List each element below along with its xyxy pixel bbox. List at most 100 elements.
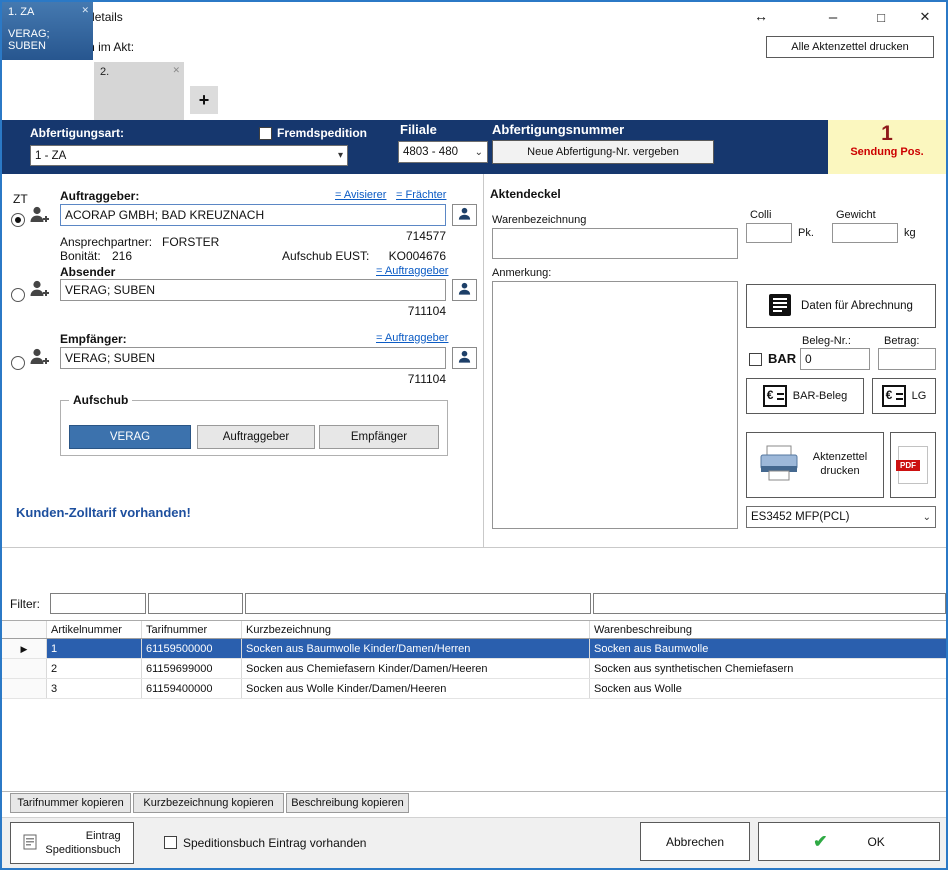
tarifnummer-kopieren-button[interactable]: Tarifnummer kopieren [10, 793, 131, 813]
aufschub-verag-button[interactable]: VERAG [69, 425, 191, 449]
avisierer-link[interactable]: = Avisierer [335, 189, 386, 201]
filter-tarifnummer-input[interactable] [148, 593, 243, 614]
auftraggeber-radio[interactable] [11, 213, 25, 227]
empfaenger-label: Empfänger: [60, 332, 127, 346]
tab1-close-icon[interactable]: ✕ [81, 5, 89, 16]
abfertigungsart-select[interactable]: 1 - ZA ▾ [30, 145, 348, 166]
auftraggeber-contact-button[interactable] [452, 204, 477, 226]
main-bottom-divider [2, 547, 946, 548]
col-warenbeschreibung[interactable]: Warenbeschreibung [590, 621, 946, 638]
beschreibung-kopieren-button[interactable]: Beschreibung kopieren [286, 793, 409, 813]
empfaenger-radio[interactable] [11, 356, 25, 370]
kunden-zolltarif-note: Kunden-Zolltarif vorhanden! [16, 505, 191, 520]
euro-receipt-icon: € [882, 385, 906, 407]
euro-receipt-icon: € [763, 385, 787, 407]
auftraggeber-number: 714577 [376, 229, 446, 243]
bonitaet-value: 216 [112, 249, 132, 263]
tab-sendung-1[interactable]: 1. ZA ✕ VERAG; SUBEN [2, 2, 93, 60]
abbrechen-button[interactable]: Abbrechen [640, 822, 750, 861]
colli-input[interactable] [746, 223, 792, 243]
auftraggeber-input[interactable] [60, 204, 446, 226]
row-selector-header [2, 621, 47, 638]
sendungsdetails-window: Sendungsdetails ↔ – □ ✕ Alle Sendungen i… [0, 0, 948, 870]
abfertigungsart-label: Abfertigungsart: [30, 126, 124, 140]
filter-kurzbezeichnung-input[interactable] [245, 593, 591, 614]
filter-warenbeschreibung-input[interactable] [593, 593, 946, 614]
invoice-lines-icon [769, 294, 791, 319]
empfaenger-input[interactable] [60, 347, 446, 369]
table-row[interactable]: 3 61159400000 Socken aus Wolle Kinder/Da… [2, 679, 946, 699]
neue-abfertigungsnr-button[interactable]: Neue Abfertigung-Nr. vergeben [492, 140, 714, 164]
warenbezeichnung-label: Warenbezeichnung [492, 214, 586, 226]
filiale-label: Filiale [400, 122, 437, 137]
aktendeckel-title: Aktendeckel [490, 187, 561, 201]
maximize-button[interactable]: □ [860, 2, 902, 32]
absender-auftraggeber-link[interactable]: = Auftraggeber [376, 265, 448, 277]
absender-contact-button[interactable] [452, 279, 477, 301]
add-tab-button[interactable]: + [190, 86, 218, 114]
betrag-label: Betrag: [884, 335, 919, 347]
table-row[interactable]: 2 61159699000 Socken aus Chemiefasern Ki… [2, 659, 946, 679]
bar-label: BAR [768, 351, 796, 366]
aufschub-auftraggeber-button[interactable]: Auftraggeber [197, 425, 315, 449]
fremdspedition-checkbox[interactable] [259, 127, 272, 140]
contact-person-icon [457, 281, 472, 299]
betrag-input[interactable] [878, 348, 936, 370]
person-add-icon[interactable] [28, 278, 50, 303]
aufschub-empfaenger-button[interactable]: Empfänger [319, 425, 439, 449]
beleg-nr-input[interactable] [800, 348, 870, 370]
gewicht-input[interactable] [832, 223, 898, 243]
warenbezeichnung-input[interactable] [492, 228, 738, 259]
fraechter-link[interactable]: = Frächter [396, 189, 446, 201]
aktenzettel-drucken-button[interactable]: Aktenzettel drucken [746, 432, 884, 498]
print-all-aktenzettel-button[interactable]: Alle Aktenzettel drucken [766, 36, 934, 58]
kurzbezeichnung-kopieren-button[interactable]: Kurzbezeichnung kopieren [133, 793, 284, 813]
minimize-button[interactable]: – [812, 2, 854, 32]
absender-radio[interactable] [11, 288, 25, 302]
empfaenger-auftraggeber-link[interactable]: = Auftraggeber [376, 332, 448, 344]
colli-label: Colli [750, 209, 771, 221]
printer-icon [757, 444, 801, 487]
eintrag-speditionsbuch-button[interactable]: Eintrag Speditionsbuch [10, 822, 134, 864]
filter-label: Filter: [10, 597, 40, 611]
abfertigungsnummer-label: Abfertigungsnummer [492, 122, 624, 137]
table-bottom-border [2, 791, 946, 792]
bar-checkbox[interactable] [749, 353, 762, 366]
speditionsbuch-checkbox[interactable] [164, 836, 177, 849]
person-add-icon[interactable] [28, 204, 50, 229]
lg-button[interactable]: € LG [872, 378, 936, 414]
printer-select[interactable]: ES3452 MFP(PCL) ⌄ [746, 506, 936, 528]
pdf-export-button[interactable]: PDF [890, 432, 936, 498]
daten-abrechnung-button[interactable]: Daten für Abrechnung [746, 284, 936, 328]
table-row[interactable]: ▶ 1 61159500000 Socken aus Baumwolle Kin… [2, 639, 946, 659]
empfaenger-contact-button[interactable] [452, 347, 477, 369]
contact-person-icon [457, 349, 472, 367]
person-add-icon[interactable] [28, 346, 50, 371]
auftraggeber-label: Auftraggeber: [60, 189, 139, 203]
tab2-close-icon[interactable]: ✕ [172, 65, 180, 76]
aufschub-eust-label: Aufschub EUST: [282, 249, 369, 263]
fremdspedition-label: Fremdspedition [277, 126, 367, 140]
panel-divider [483, 174, 484, 547]
close-button[interactable]: ✕ [904, 2, 946, 32]
current-row-marker-icon: ▶ [21, 644, 28, 654]
anmerkung-textarea[interactable] [492, 281, 738, 529]
filiale-select[interactable]: 4803 - 480 ⌄ [398, 141, 488, 163]
aufschub-group: Aufschub VERAG Auftraggeber Empfänger [60, 400, 448, 456]
chevron-down-icon: ⌄ [923, 512, 931, 523]
document-icon [23, 834, 37, 853]
col-tarifnummer[interactable]: Tarifnummer [142, 621, 242, 638]
zt-label: ZT [13, 192, 28, 206]
absender-label: Absender [60, 265, 115, 279]
ansprechpartner-label: Ansprechpartner: [60, 235, 152, 249]
resize-icon[interactable]: ↔ [754, 8, 768, 24]
filter-artikelnummer-input[interactable] [50, 593, 146, 614]
ok-button[interactable]: ✔ OK [758, 822, 940, 861]
col-artikelnummer[interactable]: Artikelnummer [47, 621, 142, 638]
colli-unit: Pk. [798, 227, 814, 239]
gewicht-unit: kg [904, 227, 916, 239]
bar-beleg-button[interactable]: € BAR-Beleg [746, 378, 864, 414]
absender-input[interactable] [60, 279, 446, 301]
tab-sendung-2[interactable]: 2. ✕ [94, 62, 184, 120]
col-kurzbezeichnung[interactable]: Kurzbezeichnung [242, 621, 590, 638]
